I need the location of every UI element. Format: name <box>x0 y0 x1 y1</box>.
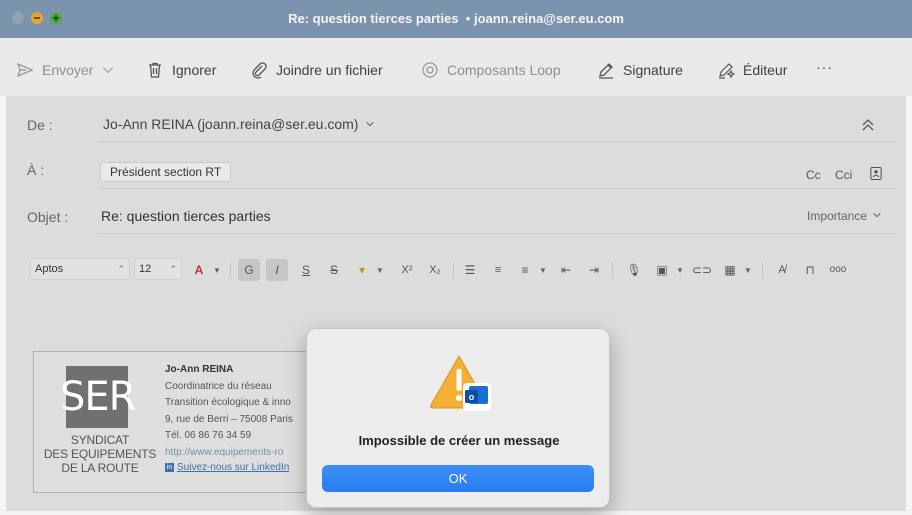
send-label: Envoyer <box>42 62 94 78</box>
error-dialog: o Impossible de créer un message OK <box>306 328 610 508</box>
to-divider <box>97 188 896 189</box>
toolbar-separator <box>453 262 454 278</box>
send-button[interactable]: Envoyer <box>16 60 123 80</box>
loop-components-button[interactable]: Composants Loop <box>421 60 561 80</box>
logo-text-line2: DES EQUIPEMENTS <box>43 447 157 461</box>
window-title-account: • joann.reina@ser.eu.com <box>465 11 624 26</box>
toolbar-separator <box>230 262 231 278</box>
window-title: Re: question tierces parties • joann.rei… <box>0 11 912 26</box>
align-icon[interactable]: ≡ <box>514 259 536 281</box>
email-signature: SER SYNDICAT DES EQUIPEMENTS DE LA ROUTE… <box>33 351 323 493</box>
signature-phone: Tél. 06 86 76 34 59 <box>165 430 252 441</box>
chevron-down-icon <box>366 121 375 127</box>
strikethrough-button[interactable]: S <box>323 259 345 281</box>
font-family-value: Aptos <box>35 263 64 275</box>
microphone-icon[interactable]: 🎙 <box>623 259 645 281</box>
link-icon[interactable]: ⊂⊃ <box>691 259 713 281</box>
italic-button[interactable]: I <box>266 259 288 281</box>
subject-label: Objet : <box>27 209 69 225</box>
dialog-message: Impossible de créer un message <box>358 433 560 448</box>
spelling-icon[interactable]: A̸ <box>771 259 793 281</box>
editor-label: Éditeur <box>743 62 788 78</box>
toolbar-separator <box>762 262 763 278</box>
paperclip-icon <box>252 62 267 79</box>
signature-role: Coordinatrice du réseau <box>165 381 272 392</box>
ignore-label: Ignorer <box>172 62 217 78</box>
chevron-down-icon: ▼ <box>213 266 221 275</box>
signature-button[interactable]: Signature <box>597 60 683 80</box>
highlight-icon[interactable]: ▾ <box>351 259 373 281</box>
chevron-down-icon: ▼ <box>539 266 547 275</box>
recipient-chip[interactable]: Président section RT <box>100 162 232 182</box>
window-titlebar: Re: question tierces parties • joann.rei… <box>0 0 912 38</box>
increase-indent-icon[interactable]: ⇥ <box>583 259 605 281</box>
chevron-down-icon: ▼ <box>676 266 684 275</box>
subject-divider <box>97 233 896 234</box>
picture-icon[interactable]: ▣ <box>651 259 673 281</box>
editor-button[interactable]: Éditeur <box>717 60 787 80</box>
stepper-icon: ⌃ <box>169 264 177 274</box>
linkedin-icon: in <box>165 462 174 472</box>
address-book-icon[interactable] <box>870 166 882 181</box>
signature-website-link[interactable]: http://www.equipements-ro <box>165 447 283 458</box>
chevron-down-icon: ▼ <box>376 266 384 275</box>
signature-label: Signature <box>623 62 683 78</box>
pen-icon <box>599 63 613 79</box>
more-options-button[interactable]: ··· <box>816 57 833 77</box>
window-title-subject: Re: question tierces parties <box>288 11 459 26</box>
superscript-button[interactable]: X² <box>396 259 418 281</box>
format-painter-icon[interactable]: ⊓ <box>799 259 821 281</box>
underline-button[interactable]: S <box>295 259 317 281</box>
warning-outlook-icon: o <box>430 354 491 411</box>
subscript-button[interactable]: X₂ <box>424 259 446 281</box>
ser-logo-mark: SER <box>60 374 136 420</box>
more-formatting-button[interactable]: ooo <box>827 259 849 281</box>
table-icon[interactable]: ▦ <box>719 259 741 281</box>
to-label: À : <box>27 162 45 178</box>
trash-icon <box>149 62 161 78</box>
cc-button[interactable]: Cc <box>806 168 821 182</box>
ok-button[interactable]: OK <box>322 465 594 492</box>
stepper-icon: ⌃ <box>117 264 125 274</box>
from-label: De : <box>27 117 53 133</box>
toolbar-separator <box>612 262 613 278</box>
chevron-down-icon: ▼ <box>744 266 752 275</box>
chevron-down-icon[interactable] <box>101 61 115 79</box>
collapse-header-icon[interactable] <box>860 117 876 133</box>
ignore-button[interactable]: Ignorer <box>146 60 216 80</box>
signature-department: Transition écologique & inno <box>165 397 291 408</box>
bullet-list-icon[interactable]: ☰ <box>459 259 481 281</box>
numbered-list-icon[interactable]: ≡ <box>487 259 509 281</box>
chevron-down-icon <box>873 212 882 218</box>
font-size-value: 12 <box>139 263 152 275</box>
signature-linkedin-link[interactable]: in Suivez-nous sur LinkedIn <box>165 462 289 473</box>
bcc-button[interactable]: Cci <box>835 168 852 182</box>
subject-input[interactable]: Re: question tierces parties <box>101 208 271 224</box>
signature-address: 9, rue de Berri – 75008 Paris <box>165 414 293 425</box>
from-divider <box>97 141 896 142</box>
attach-file-button[interactable]: Joindre un fichier <box>250 60 383 80</box>
logo-text-line3: DE LA ROUTE <box>61 461 139 475</box>
from-value: Jo-Ann REINA (joann.reina@ser.eu.com) <box>103 116 359 132</box>
send-icon <box>16 62 34 78</box>
linkedin-label: Suivez-nous sur LinkedIn <box>177 462 290 473</box>
loop-icon <box>422 62 438 78</box>
logo-text-line1: SYNDICAT <box>70 433 130 447</box>
font-size-select[interactable]: 12 ⌃ <box>134 258 182 280</box>
from-selector[interactable]: Jo-Ann REINA (joann.reina@ser.eu.com) <box>103 116 375 132</box>
font-family-select[interactable]: Aptos ⌃ <box>30 258 130 280</box>
bold-button[interactable]: G <box>238 259 260 281</box>
decrease-indent-icon[interactable]: ⇤ <box>555 259 577 281</box>
signature-name: Jo-Ann REINA <box>165 364 234 375</box>
importance-dropdown[interactable]: Importance <box>807 209 882 223</box>
editor-pen-icon <box>719 63 735 79</box>
compose-toolbar: Envoyer Ignorer Joindre un fichier Compo… <box>0 38 912 96</box>
attach-label: Joindre un fichier <box>276 62 383 78</box>
importance-label: Importance <box>807 209 868 223</box>
svg-text:o: o <box>469 392 475 402</box>
more-label: ··· <box>816 59 833 75</box>
font-color-button[interactable]: A <box>188 259 210 281</box>
loop-label: Composants Loop <box>447 62 561 78</box>
